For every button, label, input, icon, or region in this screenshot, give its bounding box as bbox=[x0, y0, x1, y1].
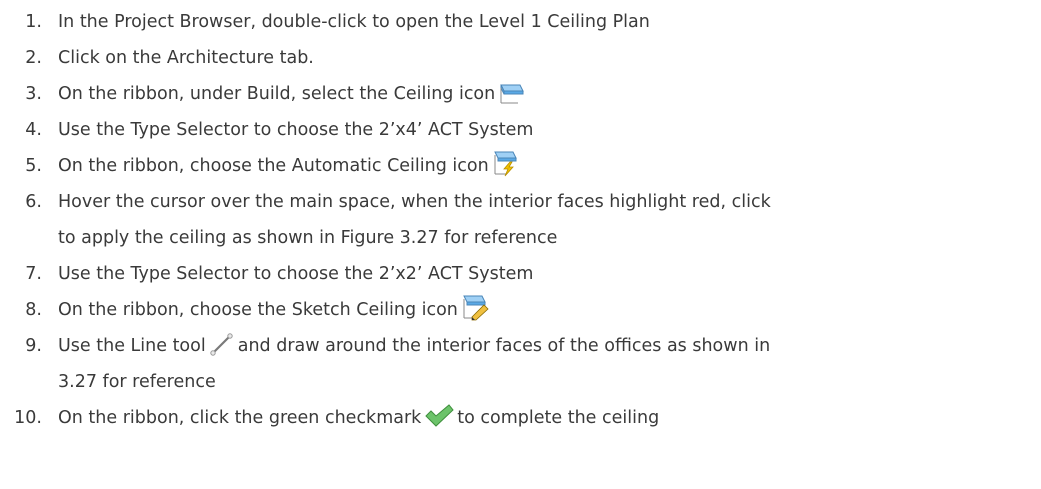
step-text: On the ribbon, choose the Sketch Ceiling… bbox=[58, 300, 458, 320]
step-number: 7. bbox=[25, 264, 42, 284]
step-number: 10. bbox=[14, 408, 42, 428]
step-text: On the ribbon, choose the Automatic Ceil… bbox=[58, 156, 489, 176]
sketch-ceiling-icon bbox=[461, 293, 489, 321]
list-item: 6. Hover the cursor over the main space,… bbox=[0, 184, 1041, 256]
list-item: 1. In the Project Browser, double-click … bbox=[0, 4, 1041, 40]
step-text: and draw around the interior faces of th… bbox=[237, 336, 771, 356]
list-item: 5. On the ribbon, choose the Automatic C… bbox=[0, 148, 1041, 184]
instruction-list: 1. In the Project Browser, double-click … bbox=[0, 4, 1041, 436]
step-text: In the Project Browser, double-click to … bbox=[58, 12, 650, 32]
step-number: 6. bbox=[25, 192, 42, 212]
step-text: Use the Type Selector to choose the 2’x2… bbox=[58, 264, 534, 284]
step-number: 9. bbox=[25, 336, 42, 356]
green-checkmark-icon bbox=[424, 403, 454, 429]
step-number: 4. bbox=[25, 120, 42, 140]
list-item: 3. On the ribbon, under Build, select th… bbox=[0, 76, 1041, 112]
step-text: On the ribbon, under Build, select the C… bbox=[58, 84, 496, 104]
step-number: 2. bbox=[25, 48, 42, 68]
list-item: 9. Use the Line tool and draw around the… bbox=[0, 328, 1041, 400]
step-text: Click on the Architecture tab. bbox=[58, 48, 314, 68]
step-text: On the ribbon, click the green checkmark bbox=[58, 408, 422, 428]
step-text-continued: 3.27 for reference bbox=[58, 372, 216, 392]
list-item: 7. Use the Type Selector to choose the 2… bbox=[0, 256, 1041, 292]
step-number: 3. bbox=[25, 84, 42, 104]
list-item: 8. On the ribbon, choose the Sketch Ceil… bbox=[0, 292, 1041, 328]
step-text: Hover the cursor over the main space, wh… bbox=[58, 192, 771, 212]
step-number: 1. bbox=[25, 12, 42, 32]
list-item: 10. On the ribbon, click the green check… bbox=[0, 400, 1041, 436]
line-tool-icon bbox=[209, 331, 235, 357]
list-item: 2. Click on the Architecture tab. bbox=[0, 40, 1041, 76]
step-text: to complete the ceiling bbox=[457, 408, 660, 428]
step-text-continued: to apply the ceiling as shown in Figure … bbox=[58, 228, 558, 248]
ceiling-icon bbox=[498, 81, 525, 105]
list-item: 4. Use the Type Selector to choose the 2… bbox=[0, 112, 1041, 148]
step-number: 8. bbox=[25, 300, 42, 320]
automatic-ceiling-icon bbox=[492, 149, 518, 177]
step-text: Use the Line tool bbox=[58, 336, 206, 356]
step-number: 5. bbox=[25, 156, 42, 176]
step-text: Use the Type Selector to choose the 2’x4… bbox=[58, 120, 534, 140]
